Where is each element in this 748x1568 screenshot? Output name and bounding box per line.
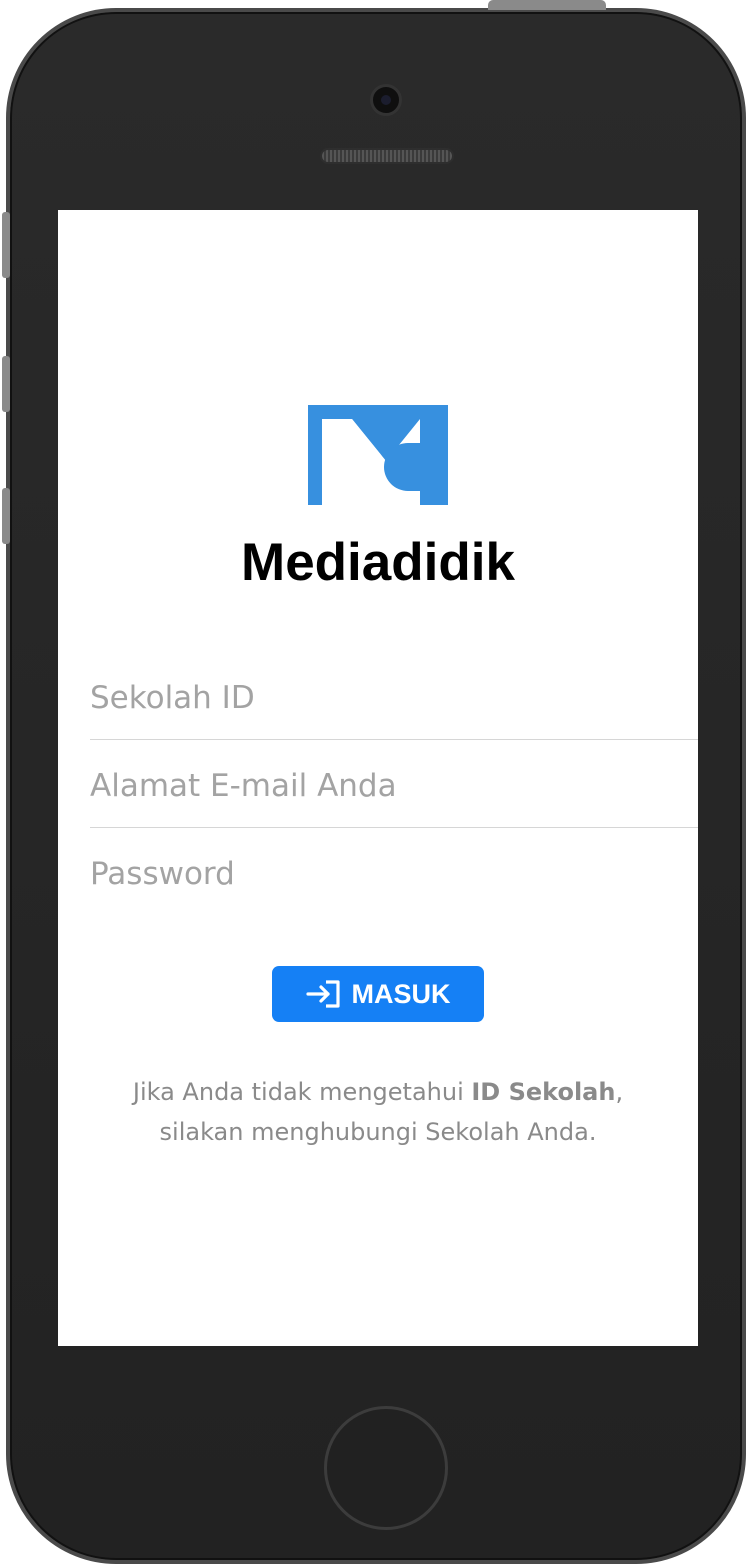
mediadidik-logo-icon	[308, 405, 448, 505]
login-button[interactable]: MASUK	[272, 966, 484, 1022]
login-screen: Mediadidik MASUK Jika Anda tidak mengeta…	[58, 210, 698, 1346]
help-message: Jika Anda tidak mengetahui ID Sekolah, s…	[58, 1072, 698, 1152]
help-text-prefix: Jika Anda tidak mengetahui	[132, 1078, 472, 1106]
volume-up-button[interactable]	[2, 356, 10, 412]
password-input[interactable]	[90, 830, 698, 918]
mute-switch[interactable]	[2, 212, 10, 278]
volume-down-button[interactable]	[2, 488, 10, 544]
help-text-comma: ,	[615, 1078, 624, 1106]
school-id-input[interactable]	[90, 654, 698, 742]
help-line-2: silakan menghubungi Sekolah Anda.	[159, 1118, 597, 1146]
help-line-1: Jika Anda tidak mengetahui ID Sekolah,	[58, 1072, 698, 1112]
divider	[90, 827, 698, 828]
login-arrow-icon	[305, 980, 340, 1008]
divider	[90, 739, 698, 740]
front-camera	[370, 84, 402, 116]
earpiece-speaker	[320, 148, 454, 164]
home-button[interactable]	[324, 1406, 448, 1530]
help-text-school-id: ID Sekolah	[471, 1078, 616, 1106]
email-input[interactable]	[90, 742, 698, 830]
power-button[interactable]	[488, 0, 606, 10]
login-button-label: MASUK	[351, 978, 451, 1009]
app-title: Mediadidik	[241, 533, 515, 592]
